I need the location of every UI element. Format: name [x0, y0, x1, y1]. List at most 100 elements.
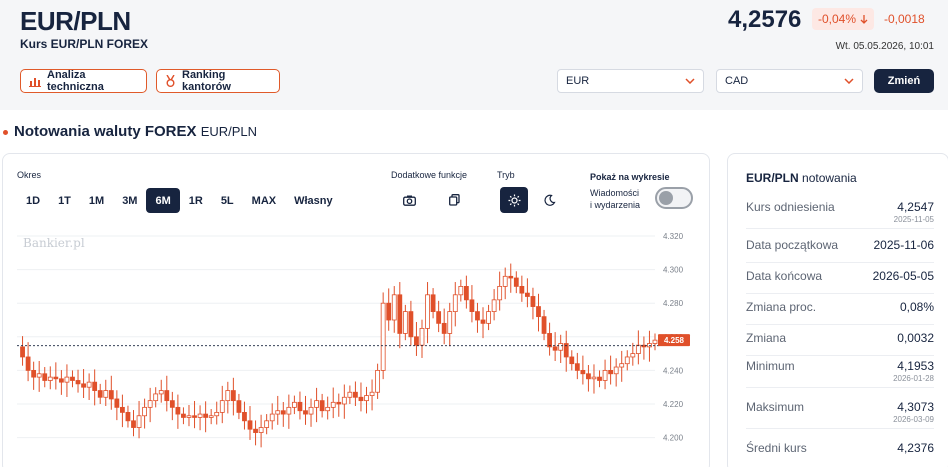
candle-body-up	[258, 427, 264, 433]
candle	[541, 309, 547, 341]
change-percent-badge: -0,04%	[812, 8, 875, 30]
summary-title: EUR/PLN notowania	[746, 171, 857, 185]
candle-body-down	[541, 316, 547, 334]
summary-row-value: 4,1953	[897, 359, 934, 373]
candle	[36, 360, 42, 392]
candle-body-down	[92, 381, 98, 391]
candle	[386, 288, 392, 331]
candle	[380, 292, 386, 380]
candle	[447, 302, 453, 347]
period-max[interactable]: MAX	[243, 188, 285, 213]
candle-body-up	[602, 369, 608, 381]
candle-body-down	[230, 390, 236, 402]
candle	[158, 379, 164, 403]
candle-body-down	[120, 406, 125, 413]
y-tick-label: 4.280	[663, 299, 684, 308]
candle-body-up	[341, 396, 347, 405]
candle	[391, 286, 397, 333]
period-1m[interactable]: 1M	[80, 188, 113, 213]
copy-button[interactable]	[440, 187, 468, 213]
candle-body-up	[558, 343, 564, 351]
dark-mode-button[interactable]	[535, 187, 563, 213]
currency-to-value: CAD	[725, 75, 749, 87]
candle-body-up	[613, 366, 619, 375]
currency-to-select[interactable]: CAD	[716, 69, 863, 93]
change-absolute: -0,0018	[884, 12, 925, 26]
candle-body-down	[108, 390, 114, 400]
candle	[414, 322, 419, 356]
currency-from-select[interactable]: EUR	[557, 69, 704, 93]
candle	[458, 279, 464, 302]
candle	[547, 322, 552, 356]
candle	[192, 400, 197, 429]
candle-body-down	[508, 275, 514, 279]
candle	[264, 414, 270, 435]
summary-divider	[746, 324, 934, 325]
candle-body-down	[441, 322, 447, 334]
candle	[103, 379, 109, 407]
candle	[491, 289, 497, 321]
summary-divider	[746, 355, 934, 356]
candle	[336, 393, 342, 417]
summary-row-value: 4,2376	[897, 441, 934, 455]
exchange-ranking-button[interactable]: Ranking kantorów	[156, 69, 280, 93]
mode-label: Tryb	[497, 170, 515, 180]
screenshot-button[interactable]	[395, 187, 423, 213]
exchange-ranking-label: Ranking kantorów	[182, 69, 231, 93]
summary-row-label: Data końcowa	[746, 269, 823, 283]
candle	[53, 362, 59, 390]
summary-divider	[746, 262, 934, 263]
summary-row-date: 2026-01-28	[893, 374, 934, 383]
pair-subtitle: Kurs EUR/PLN FOREX	[20, 37, 149, 51]
candle-body-up	[142, 406, 148, 417]
news-events-toggle[interactable]	[655, 187, 693, 209]
change-currency-button[interactable]: Zmień	[874, 69, 934, 93]
candle-body-down	[386, 302, 392, 321]
candle	[624, 350, 630, 371]
news-label: Wiadomości i wydarzenia	[590, 187, 640, 211]
candle-body-down	[131, 420, 136, 428]
candle-body-down	[586, 373, 591, 380]
summary-divider	[746, 293, 934, 294]
candle-body-up	[364, 395, 369, 402]
candle-body-down	[25, 356, 31, 371]
candle-body-down	[242, 411, 247, 422]
candle-body-up	[402, 311, 408, 334]
candle-body-up	[375, 369, 381, 393]
technical-analysis-button[interactable]: Analiza techniczna	[20, 69, 147, 93]
summary-title-rest: notowania	[802, 171, 857, 185]
period-3m[interactable]: 3M	[113, 188, 146, 213]
candle-body-up	[103, 390, 109, 398]
extra-functions-label: Dodatkowe funkcje	[391, 170, 468, 180]
candle	[469, 285, 475, 323]
quote-datetime: Wt. 05.05.2026, 10:01	[835, 41, 934, 52]
medal-icon	[166, 75, 175, 87]
candle	[186, 405, 192, 427]
summary-divider	[746, 228, 934, 229]
summary-row-label: Maksimum	[746, 400, 805, 414]
light-mode-button[interactable]	[500, 187, 528, 213]
summary-divider	[746, 387, 934, 388]
period-6m[interactable]: 6M	[146, 188, 180, 213]
candle	[480, 307, 486, 339]
candlestick-chart[interactable]: 4.3204.3004.2804.2604.2404.2204.2004.258	[3, 230, 710, 467]
candle	[92, 369, 98, 406]
period-5l[interactable]: 5L	[212, 188, 243, 213]
candle	[219, 385, 225, 424]
candle-body-down	[547, 333, 552, 348]
candle-body-down	[430, 294, 436, 313]
period-1t[interactable]: 1T	[49, 188, 80, 213]
candle	[114, 390, 120, 421]
candle-body-up	[269, 413, 275, 422]
candle	[25, 342, 31, 382]
period-własny[interactable]: Własny	[285, 188, 342, 213]
candle	[64, 364, 70, 397]
period-1d[interactable]: 1D	[17, 188, 49, 213]
summary-row-value: 0,08%	[899, 300, 934, 314]
candle	[364, 386, 369, 414]
candle-body-up	[325, 406, 331, 412]
candle-body-down	[397, 294, 403, 334]
candle	[619, 350, 625, 382]
period-1r[interactable]: 1R	[180, 188, 212, 213]
candle	[253, 420, 258, 446]
